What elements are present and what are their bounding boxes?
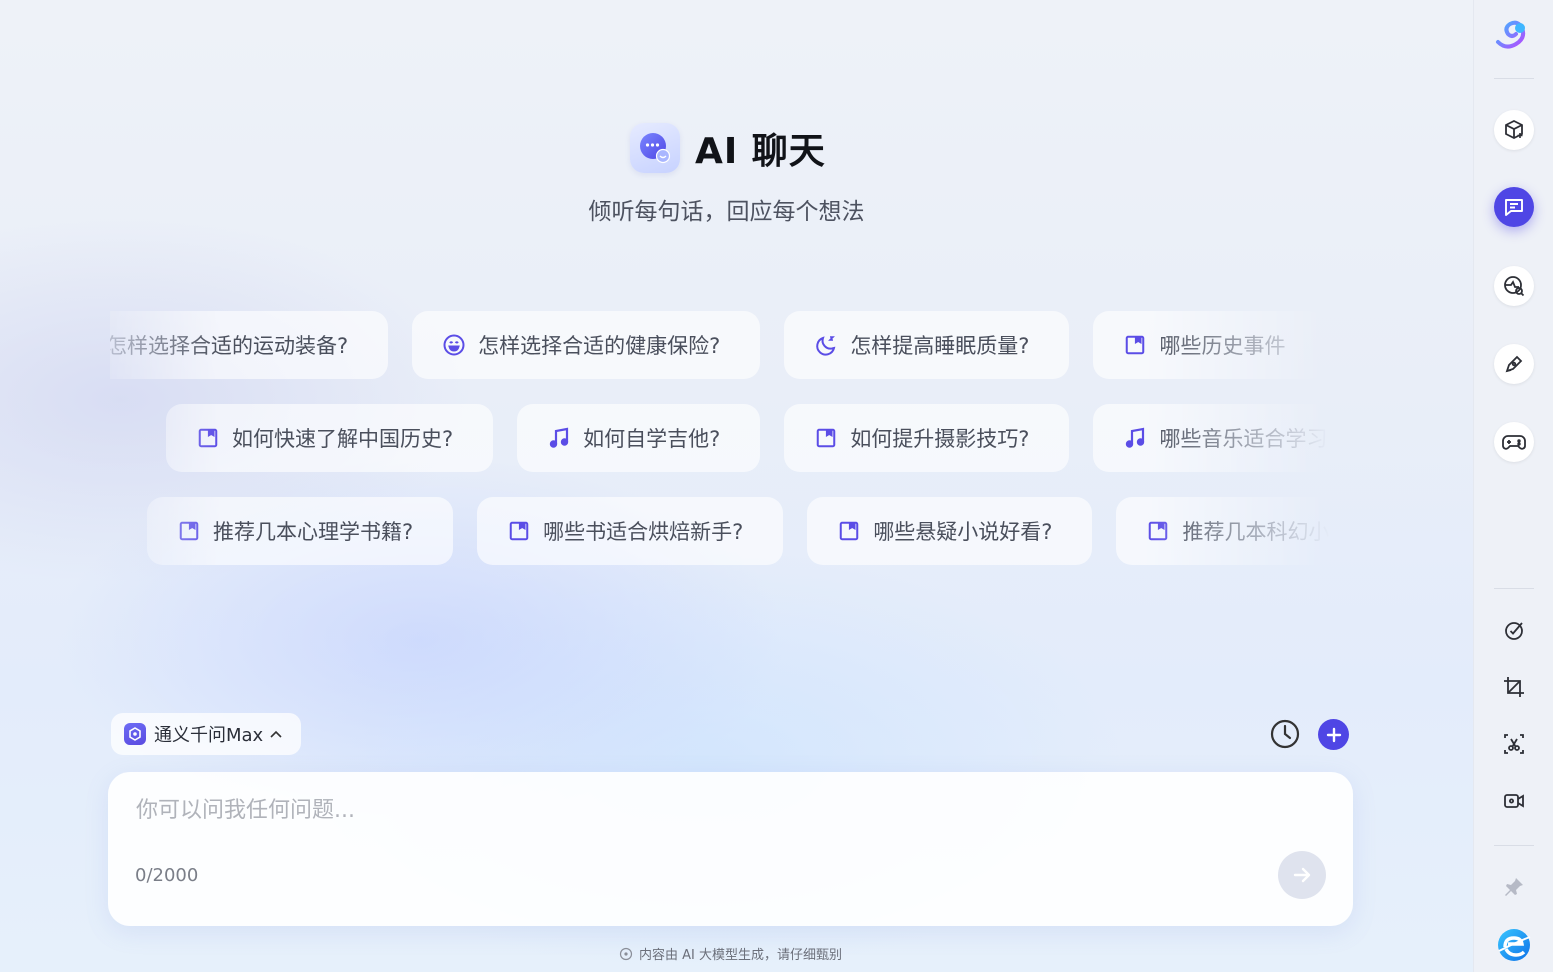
new-chat-button[interactable]	[1318, 719, 1349, 750]
sidebar-item-record[interactable]	[1494, 781, 1534, 821]
scissors-icon	[1504, 734, 1524, 754]
book-icon	[507, 519, 531, 543]
arrow-right-icon	[1293, 867, 1311, 883]
sidebar-item-search[interactable]	[1494, 266, 1534, 306]
page-title: AI 聊天	[695, 131, 826, 172]
right-sidebar	[1473, 0, 1553, 972]
suggestion-chip[interactable]: 如何快速了解中国历史?	[166, 404, 494, 472]
suggestion-chip[interactable]: 哪些悬疑小说好看?	[807, 497, 1093, 565]
smile-icon	[442, 333, 466, 357]
book-icon	[837, 519, 861, 543]
pen-icon	[1505, 355, 1523, 373]
music-icon	[1123, 426, 1147, 450]
music-icon	[547, 426, 571, 450]
info-shield-icon	[619, 947, 633, 960]
chevron-up-icon	[270, 727, 282, 741]
suggestion-row-1: 怎样选择合适的运动装备? 怎样选择合适的健康保险? 怎样提高睡眠质量? 哪些历史…	[110, 311, 1326, 381]
main-area: AI 聊天 倾听每句话，回应每个想法 怎样选择合适的运动装备? 怎样选择合适的健…	[0, 0, 1473, 972]
suggestion-chip[interactable]: 怎样选择合适的运动装备?	[110, 311, 389, 379]
suggestion-chip[interactable]: 如何提升摄影技巧?	[784, 404, 1070, 472]
check-circle-icon	[1505, 622, 1523, 640]
hero-header: AI 聊天	[630, 122, 826, 174]
sidebar-item-screenshot[interactable]	[1494, 724, 1534, 764]
suggestion-carousel: 怎样选择合适的运动装备? 怎样选择合适的健康保险? 怎样提高睡眠质量? 哪些历史…	[110, 300, 1330, 580]
send-button[interactable]	[1278, 851, 1326, 899]
browser-logo-icon	[1498, 929, 1531, 961]
sidebar-item-task[interactable]	[1494, 610, 1534, 650]
message-composer: 0/2000	[108, 772, 1353, 926]
suggestion-chip[interactable]: 哪些书适合烘焙新手?	[477, 497, 784, 565]
suggestion-chip[interactable]: 如何自学吉他?	[517, 404, 761, 472]
plus-icon	[1326, 727, 1341, 742]
char-counter: 0/2000	[135, 865, 199, 886]
chat-icon	[1505, 199, 1523, 216]
sidebar-item-write[interactable]	[1494, 344, 1534, 384]
app-logo-icon	[1496, 20, 1526, 49]
suggestion-row-2: 如何快速了解中国历史? 如何自学吉他? 如何提升摄影技巧? 哪些音乐适合学习	[166, 404, 1330, 474]
history-button[interactable]	[1269, 718, 1301, 750]
sidebar-divider	[1494, 78, 1534, 79]
browser-logo[interactable]	[1494, 925, 1534, 965]
moon-icon	[814, 333, 838, 357]
sidebar-item-crop[interactable]	[1494, 667, 1534, 707]
suggestion-chip[interactable]: 怎样提高睡眠质量?	[784, 311, 1070, 379]
suggestion-chip[interactable]: 怎样选择合适的健康保险?	[412, 311, 761, 379]
crop-icon	[1504, 677, 1524, 697]
pin-icon	[1505, 878, 1523, 896]
qwen-logo-icon	[124, 723, 146, 745]
suggestion-chip[interactable]: 哪些历史事件	[1093, 311, 1326, 379]
sidebar-item-chat[interactable]	[1494, 187, 1534, 227]
book-icon	[1146, 519, 1170, 543]
suggestion-chip[interactable]: 推荐几本心理学书籍?	[147, 497, 454, 565]
sidebar-divider	[1494, 845, 1534, 846]
ai-disclaimer: 内容由 AI 大模型生成，请仔细甄别	[0, 944, 1461, 963]
pin-button[interactable]	[1494, 867, 1534, 907]
video-icon	[1504, 794, 1524, 808]
book-icon	[1123, 333, 1147, 357]
page-subtitle: 倾听每句话，回应每个想法	[588, 199, 865, 225]
sidebar-item-box[interactable]	[1494, 110, 1534, 150]
clock-icon	[1270, 719, 1300, 749]
suggestion-chip[interactable]: 推荐几本科幻小	[1116, 497, 1330, 565]
message-input[interactable]	[136, 792, 1286, 862]
app-logo[interactable]	[1494, 16, 1534, 56]
box-plus-icon	[1505, 119, 1523, 140]
book-icon	[814, 426, 838, 450]
globe-search-icon	[1504, 276, 1525, 297]
sidebar-item-game[interactable]	[1494, 422, 1534, 462]
model-selector[interactable]: 通义千问Max	[111, 713, 301, 755]
suggestion-chip[interactable]: 哪些音乐适合学习	[1093, 404, 1330, 472]
book-icon	[177, 519, 201, 543]
suggestion-row-3: 推荐几本心理学书籍? 哪些书适合烘焙新手? 哪些悬疑小说好看? 推荐几本科幻小	[147, 497, 1330, 567]
model-label: 通义千问Max	[154, 725, 264, 746]
ai-chat-logo-icon	[630, 123, 680, 173]
sidebar-divider	[1494, 588, 1534, 589]
book-icon	[196, 426, 220, 450]
gamepad-icon	[1502, 435, 1526, 450]
